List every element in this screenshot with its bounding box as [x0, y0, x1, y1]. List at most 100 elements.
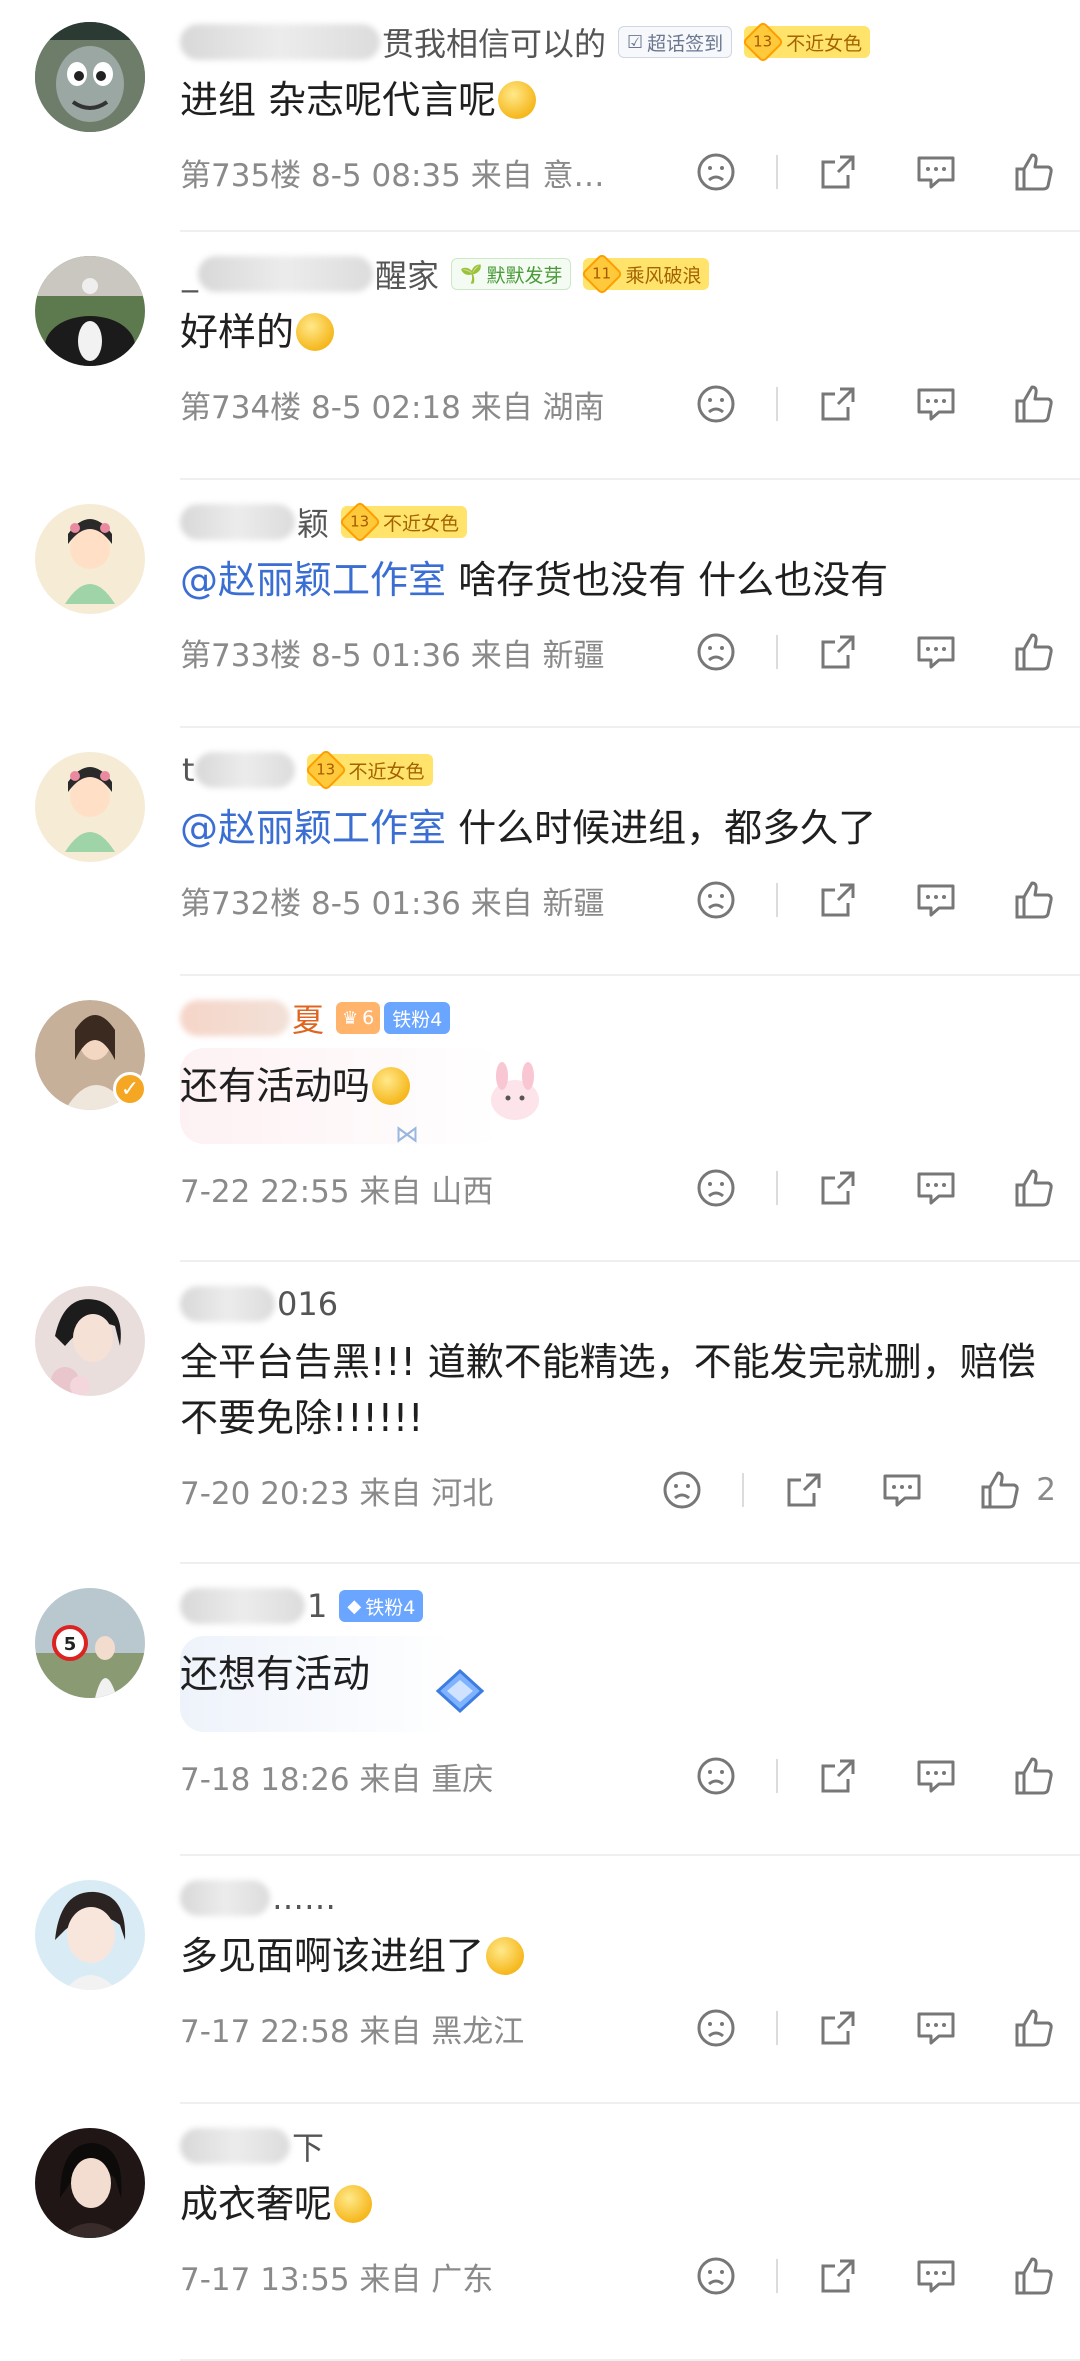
share-icon[interactable] — [816, 2006, 860, 2050]
username-row[interactable]: t 13 不近女色 — [180, 748, 1056, 792]
comment-text-content: 成衣奢呢 — [180, 2182, 333, 2226]
comment-icon[interactable] — [914, 1754, 958, 1798]
thumbs-up-icon[interactable] — [1012, 382, 1056, 426]
username[interactable]: 贯我相信可以的 — [382, 19, 606, 65]
share-icon[interactable] — [816, 2254, 860, 2298]
diamond-icon: ◆ — [347, 1595, 362, 1617]
svg-text:5: 5 — [64, 1634, 77, 1655]
frown-icon[interactable] — [694, 1754, 738, 1798]
sprout-icon: 🌱 — [460, 263, 483, 285]
username[interactable]: 1 — [307, 1587, 327, 1625]
comment-item: t 13 不近女色 @赵丽颖工作室 什么时候进组，都多久了 第732楼 8-5 0… — [0, 728, 1080, 976]
username-row[interactable]: 下 — [180, 2124, 1056, 2168]
avatar[interactable] — [35, 504, 145, 614]
laugh-cry-emoji-icon — [372, 1067, 411, 1105]
comment-item: 贯我相信可以的 ☑ 超话签到 13 不近女色 进组 杂志呢代言呢 第735楼 8-5… — [0, 0, 1080, 232]
avatar[interactable] — [35, 22, 145, 132]
avatar[interactable]: ✓ — [35, 1000, 147, 1110]
username-row[interactable]: _ 醒家 🌱 默默发芽 11 乘风破浪 — [180, 252, 1056, 296]
comment-icon[interactable] — [914, 630, 958, 674]
avatar[interactable] — [35, 256, 145, 366]
frown-icon[interactable] — [694, 1166, 738, 1210]
username-row[interactable]: 1 ◆ 铁粉4 — [180, 1584, 1056, 1628]
share-icon[interactable] — [816, 630, 860, 674]
thumbs-up-icon[interactable] — [1012, 2254, 1056, 2298]
frown-icon[interactable] — [694, 2006, 738, 2050]
pleading-emoji-icon — [334, 2185, 373, 2223]
divider — [742, 1473, 745, 1507]
share-icon[interactable] — [782, 1468, 826, 1512]
avatar[interactable]: 5 — [35, 1588, 145, 1698]
thumbs-up-icon[interactable] — [1012, 150, 1056, 194]
share-icon[interactable] — [816, 382, 860, 426]
mention-link[interactable]: @赵丽颖工作室 — [180, 558, 446, 602]
username-row[interactable]: 夏 ♛ 6 铁粉4 — [180, 996, 1056, 1040]
comment-icon[interactable] — [914, 2006, 958, 2050]
username[interactable]: 颖 — [297, 499, 329, 545]
badge-label: 乘风破浪 — [625, 264, 702, 287]
comment-meta: 第732楼 8-5 01:36 来自 新疆 — [180, 885, 605, 922]
comment-icon[interactable] — [914, 150, 958, 194]
comment-icon[interactable] — [914, 1166, 958, 1210]
comment-meta: 第734楼 8-5 02:18 来自 湖南 — [180, 389, 605, 426]
divider — [776, 635, 778, 669]
comment-item: 颖 13 不近女色 @赵丽颖工作室 啥存货也没有 什么也没有 第733楼 8-5 … — [0, 480, 1080, 728]
thumbs-up-icon[interactable] — [1012, 1754, 1056, 1798]
frown-icon[interactable] — [694, 878, 738, 922]
comment-item: _ 醒家 🌱 默默发芽 11 乘风破浪 好样的 第734楼 8-5 02:18 来自… — [0, 232, 1080, 480]
username[interactable]: …… — [272, 1879, 336, 1917]
comment-icon[interactable] — [914, 382, 958, 426]
comment-item: 下 成衣奢呢 7-17 13:55 来自 广东 — [0, 2104, 1080, 2361]
thumbs-up-icon[interactable] — [1012, 2006, 1056, 2050]
comment-icon[interactable] — [880, 1468, 924, 1512]
username[interactable]: 夏 — [292, 995, 324, 1041]
comment-text: 进组 杂志呢代言呢 — [180, 72, 1056, 128]
comment-icon[interactable] — [914, 2254, 958, 2298]
username-row[interactable]: 贯我相信可以的 ☑ 超话签到 13 不近女色 — [180, 20, 1056, 64]
username-row[interactable]: 016 — [180, 1282, 1056, 1326]
level-number: 6 — [362, 1007, 375, 1029]
thumbs-up-icon[interactable] — [1012, 878, 1056, 922]
username[interactable]: 醒家 — [375, 251, 439, 297]
thumbs-up-icon[interactable] — [1012, 630, 1056, 674]
comment-meta: 7-17 22:58 来自 黑龙江 — [180, 2013, 525, 2050]
username-row[interactable]: …… — [180, 1876, 1056, 1920]
thumbs-up-icon[interactable] — [978, 1468, 1022, 1512]
share-icon[interactable] — [816, 150, 860, 194]
sprout-badge: 🌱 默默发芽 — [451, 258, 572, 290]
checkin-badge: ☑ 超话签到 — [618, 26, 733, 58]
comment-icon[interactable] — [914, 878, 958, 922]
kiss-emoji-icon — [296, 313, 335, 351]
username-row[interactable]: 颖 13 不近女色 — [180, 500, 1056, 544]
comment-list: 贯我相信可以的 ☑ 超话签到 13 不近女色 进组 杂志呢代言呢 第735楼 8-5… — [0, 0, 1080, 2361]
thumbs-up-icon[interactable] — [1012, 1166, 1056, 1210]
avatar[interactable] — [35, 752, 145, 862]
avatar[interactable] — [35, 1286, 145, 1396]
username[interactable]: 016 — [277, 1285, 338, 1323]
level-badge: 13 不近女色 — [741, 20, 871, 64]
comment-meta: 7-17 13:55 来自 广东 — [180, 2261, 494, 2298]
username-prefix[interactable]: t — [182, 751, 195, 789]
badge-label: 铁粉4 — [392, 1008, 443, 1031]
share-icon[interactable] — [816, 878, 860, 922]
mention-link[interactable]: @赵丽颖工作室 — [180, 806, 446, 850]
comment-meta: 第733楼 8-5 01:36 来自 新疆 — [180, 637, 605, 674]
comment-text: 好样的 — [180, 304, 1056, 360]
comment-text: 还有活动吗 ⋈ — [180, 1048, 1056, 1148]
frown-icon[interactable] — [660, 1468, 704, 1512]
share-icon[interactable] — [816, 1754, 860, 1798]
bow-icon: ⋈ — [395, 1120, 419, 1148]
frown-icon[interactable] — [694, 2254, 738, 2298]
divider — [776, 883, 778, 917]
level-number: 13 — [316, 761, 336, 779]
avatar[interactable] — [35, 2128, 145, 2238]
username[interactable]: 下 — [292, 2123, 324, 2169]
frown-icon[interactable] — [694, 150, 738, 194]
divider — [776, 1171, 778, 1205]
frown-icon[interactable] — [694, 630, 738, 674]
comment-text-content: 还有活动吗 — [180, 1064, 371, 1108]
username-prefix[interactable]: _ — [182, 255, 198, 293]
frown-icon[interactable] — [694, 382, 738, 426]
avatar[interactable] — [35, 1880, 145, 1990]
share-icon[interactable] — [816, 1166, 860, 1210]
